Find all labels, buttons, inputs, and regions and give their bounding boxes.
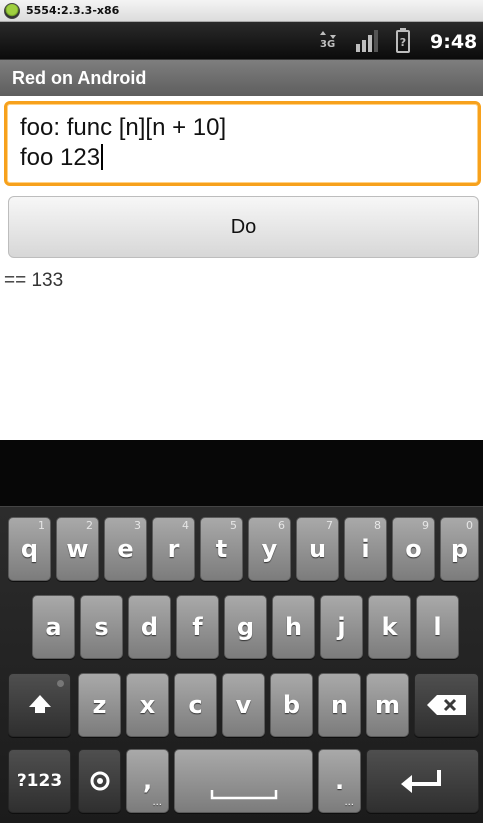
key-t[interactable]: t5	[200, 517, 243, 581]
text-cursor	[101, 144, 104, 170]
shift-arrow-icon	[28, 695, 51, 713]
enter-key[interactable]	[366, 749, 479, 813]
key-l[interactable]: l	[416, 595, 459, 659]
key-alt-label: 5	[230, 519, 237, 532]
key-label: e	[117, 535, 134, 563]
space-bar-icon	[210, 790, 277, 800]
key-d[interactable]: d	[128, 595, 171, 659]
key-label: r	[167, 535, 180, 563]
symbols-key-label: ?123	[16, 771, 63, 791]
key-label: i	[361, 535, 370, 563]
key-h[interactable]: h	[272, 595, 315, 659]
network-3g-icon: 3G	[318, 30, 338, 54]
key-r[interactable]: r4	[152, 517, 195, 581]
shift-indicator-dot	[57, 680, 64, 687]
key-label: p	[450, 535, 469, 563]
key-label: t	[215, 535, 228, 563]
key-alt-label: 3	[134, 519, 141, 532]
network-label: 3G	[320, 39, 336, 50]
emulator-title: 5554:2.3.3-x86	[26, 4, 120, 17]
key-alt-label: 7	[326, 519, 333, 532]
key-label: y	[261, 535, 278, 563]
shift-key[interactable]	[8, 673, 71, 737]
key-k[interactable]: k	[368, 595, 411, 659]
backspace-icon	[426, 695, 466, 715]
settings-icon	[90, 771, 109, 791]
period-key[interactable]: . ...	[318, 749, 361, 813]
key-alt-label: 4	[182, 519, 189, 532]
soft-keyboard: q1 w2 e3 r4 t5 y6 u7 i8 o9 p0 a s d f g …	[0, 506, 483, 823]
key-label: o	[405, 535, 422, 563]
key-alt-label: 1	[38, 519, 45, 532]
svg-text:?: ?	[400, 36, 406, 49]
period-alt-dots: ...	[344, 797, 354, 808]
result-output: == 133	[4, 270, 64, 291]
emulator-title-bar: 5554:2.3.3-x86	[0, 0, 483, 22]
key-label: w	[66, 535, 89, 563]
key-m[interactable]: m	[366, 673, 409, 737]
key-j[interactable]: j	[320, 595, 363, 659]
key-s[interactable]: s	[80, 595, 123, 659]
key-label: u	[308, 535, 327, 563]
space-key[interactable]	[174, 749, 313, 813]
battery-icon: ?	[396, 28, 410, 53]
key-v[interactable]: v	[222, 673, 265, 737]
key-alt-label: 8	[374, 519, 381, 532]
do-button[interactable]: Do	[8, 196, 479, 258]
key-o[interactable]: o9	[392, 517, 435, 581]
app-title-bar: Red on Android	[0, 60, 483, 96]
key-label: q	[20, 535, 39, 563]
key-e[interactable]: e3	[104, 517, 147, 581]
comma-key-label: ,	[142, 767, 153, 795]
code-line-1: foo: func [n][n + 10]	[20, 114, 227, 141]
key-y[interactable]: y6	[248, 517, 291, 581]
key-alt-label: 0	[466, 519, 473, 532]
signal-strength-icon	[356, 30, 378, 52]
key-p[interactable]: p0	[440, 517, 479, 581]
settings-key[interactable]	[78, 749, 121, 813]
key-q[interactable]: q1	[8, 517, 51, 581]
code-line-2-text: foo 123	[20, 144, 101, 171]
key-b[interactable]: b	[270, 673, 313, 737]
comma-alt-dots: ...	[152, 797, 162, 808]
app-content: foo: func [n][n + 10] foo 123 Do == 133	[0, 96, 483, 440]
key-u[interactable]: u7	[296, 517, 339, 581]
key-alt-label: 2	[86, 519, 93, 532]
backspace-key[interactable]	[414, 673, 479, 737]
android-robot-icon	[4, 2, 20, 19]
period-key-label: .	[334, 767, 345, 795]
keyboard-suggestion-strip	[0, 440, 483, 506]
symbols-key[interactable]: ?123	[8, 749, 71, 813]
key-n[interactable]: n	[318, 673, 361, 737]
key-c[interactable]: c	[174, 673, 217, 737]
code-line-2: foo 123	[20, 143, 465, 173]
key-a[interactable]: a	[32, 595, 75, 659]
app-title: Red on Android	[12, 67, 147, 88]
key-g[interactable]: g	[224, 595, 267, 659]
comma-key[interactable]: , ...	[126, 749, 169, 813]
key-alt-label: 6	[278, 519, 285, 532]
key-z[interactable]: z	[78, 673, 121, 737]
status-bar: 3G ? 9:48	[0, 22, 483, 60]
key-w[interactable]: w2	[56, 517, 99, 581]
enter-return-icon	[400, 770, 441, 793]
key-f[interactable]: f	[176, 595, 219, 659]
key-x[interactable]: x	[126, 673, 169, 737]
code-input[interactable]: foo: func [n][n + 10] foo 123	[4, 101, 481, 186]
key-alt-label: 9	[422, 519, 429, 532]
key-i[interactable]: i8	[344, 517, 387, 581]
status-clock: 9:48	[430, 31, 478, 53]
